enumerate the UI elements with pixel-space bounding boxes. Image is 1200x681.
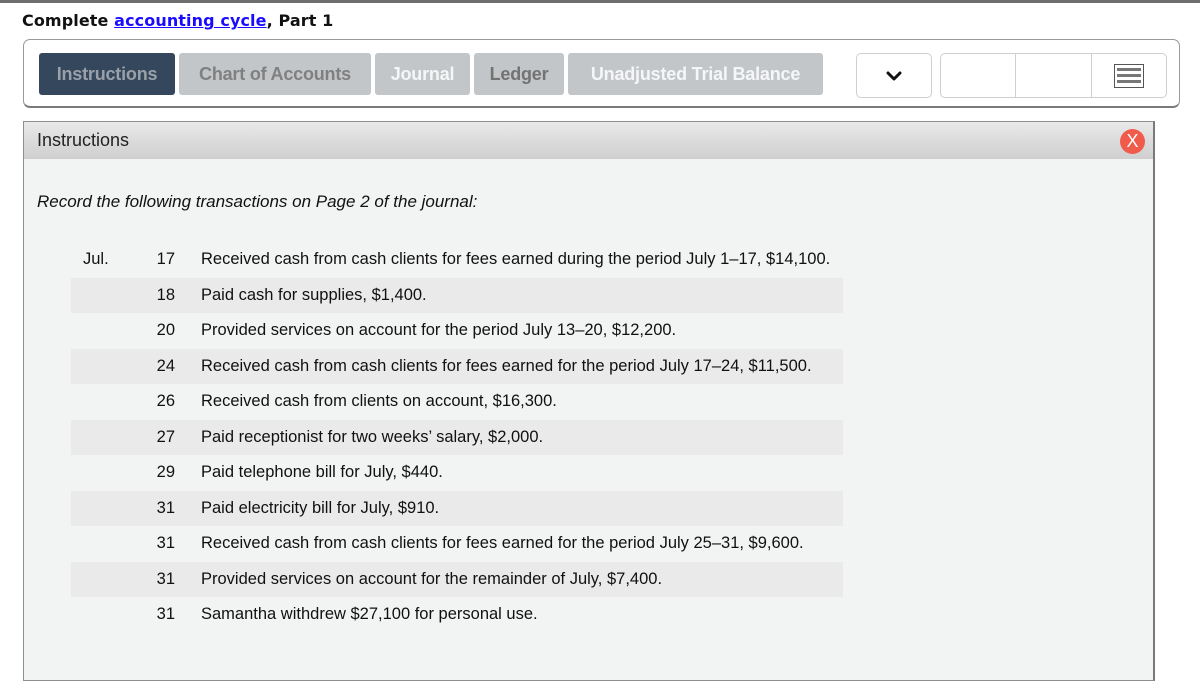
transaction-day: 24 xyxy=(141,348,201,384)
transaction-description: Paid cash for supplies, $1,400. xyxy=(201,277,843,313)
transaction-day: 29 xyxy=(156,463,175,482)
transaction-description: Provided services on account for the per… xyxy=(201,321,677,340)
transaction-row: 31 Received cash from cash clients for fe… xyxy=(71,526,843,562)
transaction-description: Paid receptionist for two weeks’ salary,… xyxy=(201,419,843,455)
transaction-month xyxy=(71,348,141,384)
transaction-month xyxy=(71,561,141,597)
transaction-row: 31 Samantha withdrew $27,100 for personal… xyxy=(71,597,843,633)
panel-header: Instructions X xyxy=(24,122,1153,159)
transaction-description: Received cash from cash clients for fees… xyxy=(201,348,843,384)
transaction-day: 31 xyxy=(156,534,175,553)
transaction-day: 31 xyxy=(141,561,201,597)
transaction-month xyxy=(71,313,141,349)
transaction-month xyxy=(71,490,141,526)
panel-title: Instructions xyxy=(37,130,130,150)
transaction-description: Paid telephone bill for July, $440. xyxy=(201,463,443,482)
transaction-day: 18 xyxy=(141,277,201,313)
view-option-1[interactable] xyxy=(941,54,1017,97)
menu-icon xyxy=(1113,63,1144,88)
transaction-description: Paid electricity bill for July, $910. xyxy=(201,490,843,526)
transaction-day: 20 xyxy=(156,321,175,340)
transaction-month: Jul. xyxy=(83,250,109,269)
title-suffix: , Part 1 xyxy=(266,11,334,30)
transaction-description: Provided services on account for the rem… xyxy=(201,561,843,597)
accounting-cycle-link[interactable]: accounting cycle xyxy=(114,11,266,30)
view-option-2[interactable] xyxy=(1016,54,1092,97)
transaction-description: Received cash from cash clients for fees… xyxy=(201,250,831,269)
instructions-text: Record the following transactions on Pag… xyxy=(37,192,478,211)
transaction-row: Jul. 17 Received cash from cash clients fo… xyxy=(71,242,843,278)
transaction-row: 31 Paid electricity bill for July, $910. xyxy=(71,490,843,526)
transaction-row: 31 Provided services on account for the r… xyxy=(71,561,843,597)
transaction-month xyxy=(71,597,141,633)
transaction-day: 31 xyxy=(156,605,175,624)
tab-unadjusted-trial-balance[interactable]: Unadjusted Trial Balance xyxy=(568,53,823,95)
tab-instructions[interactable]: Instructions xyxy=(39,53,175,95)
title-prefix: Complete xyxy=(22,11,115,30)
tab-ledger[interactable]: Ledger xyxy=(474,53,564,95)
transaction-day: 31 xyxy=(141,490,201,526)
chevron-down-icon xyxy=(886,71,902,80)
toolbar: Instructions Chart of Accounts Journal L… xyxy=(23,39,1180,108)
transaction-day: 17 xyxy=(156,250,175,269)
transaction-day: 27 xyxy=(141,419,201,455)
tab-journal[interactable]: Journal xyxy=(375,53,470,95)
instructions-panel: Instructions X Record the following tran… xyxy=(23,121,1155,681)
transaction-month xyxy=(71,277,141,313)
transaction-row: 26 Received cash from clients on account,… xyxy=(71,384,843,420)
transaction-month xyxy=(71,384,141,420)
close-button[interactable]: X xyxy=(1120,129,1145,154)
transaction-row: 29 Paid telephone bill for July, $440. xyxy=(71,455,843,491)
transaction-row: 20 Provided services on account for the p… xyxy=(71,313,843,349)
transaction-description: Received cash from cash clients for fees… xyxy=(201,534,804,553)
view-option-menu[interactable] xyxy=(1092,54,1166,97)
transaction-description: Received cash from clients on account, $… xyxy=(201,392,557,411)
dropdown-button[interactable] xyxy=(856,53,932,98)
transaction-row: 24 Received cash from cash clients for fe… xyxy=(71,348,843,384)
transaction-description: Samantha withdrew $27,100 for personal u… xyxy=(201,605,538,624)
transaction-row: 18 Paid cash for supplies, $1,400. xyxy=(71,277,843,313)
transaction-month xyxy=(71,455,141,491)
transaction-month xyxy=(71,526,141,562)
close-icon: X xyxy=(1126,131,1139,151)
transaction-day: 26 xyxy=(156,392,175,411)
transaction-row: 27 Paid receptionist for two weeks’ salar… xyxy=(71,419,843,455)
transaction-month xyxy=(71,419,141,455)
page-title: Complete accounting cycle, Part 1 xyxy=(22,11,333,30)
tab-chart-of-accounts[interactable]: Chart of Accounts xyxy=(179,53,371,95)
transactions-table: Jul. 17 Received cash from cash clients fo… xyxy=(71,242,843,633)
view-toggle-group xyxy=(940,53,1167,98)
